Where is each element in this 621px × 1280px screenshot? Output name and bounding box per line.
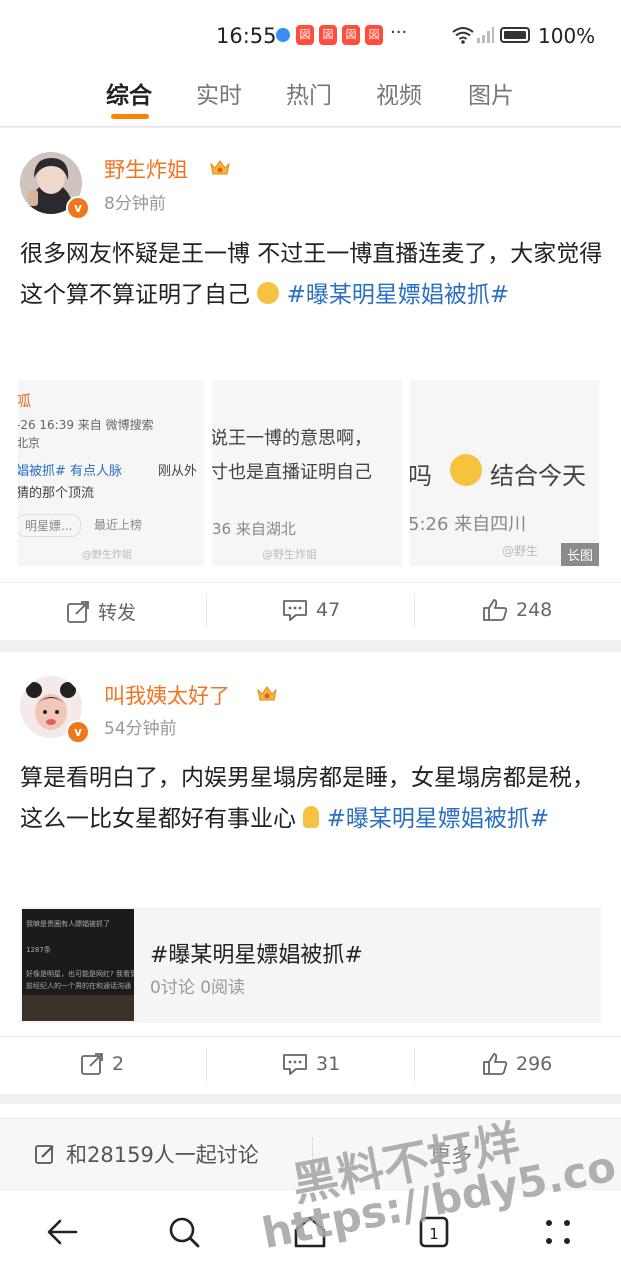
like-count: 296 [516, 1053, 553, 1075]
verified-badge-icon: v [66, 196, 90, 220]
post-image[interactable]: 说王一博的意思啊， 寸也是直播证明自己 36 来自湖北 @野生炸姐 [212, 380, 402, 566]
search-icon[interactable] [166, 1214, 202, 1250]
repost-label: 转发 [98, 602, 137, 624]
signal-icon [477, 27, 494, 43]
thumbs-up-icon [483, 1053, 508, 1075]
like-button[interactable]: 296 [482, 1052, 552, 1076]
comment-button[interactable]: 31 [282, 1052, 340, 1076]
app-notification-icon: 図 [296, 25, 314, 45]
post-image[interactable]: 吗 结合今天 5:26 来自四川 @野生 长图 [410, 380, 599, 566]
post-author[interactable]: 叫我姨太好了 [104, 680, 230, 710]
long-image-badge: 长图 [560, 543, 599, 566]
wifi-icon [452, 27, 474, 44]
battery-icon [500, 27, 530, 43]
doge-emoji-icon [257, 282, 280, 304]
topic-stats: 0讨论 0阅读 [150, 978, 246, 998]
comment-count: 31 [316, 1053, 341, 1075]
svg-text:1: 1 [429, 1225, 439, 1243]
comment-icon [283, 1054, 307, 1075]
post-text: 算是看明白了，内娱男星塌房都是睡，女星塌房都是税，这么一比女星都好有事业心 #曝… [20, 758, 605, 840]
app-notification-icon: 図 [342, 25, 360, 45]
next-post-card-partial [0, 1104, 621, 1118]
tab-all[interactable]: 综合 [106, 76, 152, 110]
divider [0, 1036, 621, 1037]
surprised-emoji-icon [450, 454, 482, 486]
app-notification-icon: 図 [319, 25, 337, 45]
post-card[interactable]: v 野生炸姐 8分钟前 很多网友怀疑是王一博 不过王一博直播连麦了，大家觉得这个… [0, 128, 621, 640]
comment-icon [283, 600, 307, 621]
tab-realtime[interactable]: 实时 [196, 76, 242, 110]
status-time: 16:55 [216, 24, 277, 48]
post-card[interactable]: v 叫我姨太好了 54分钟前 算是看明白了，内娱男星塌房都是睡，女星塌房都是税，… [0, 652, 621, 1094]
app-notification-icon: 図 [365, 25, 383, 45]
back-icon[interactable] [44, 1214, 80, 1250]
search-tabs: 综合 实时 热门 视频 图片 [0, 62, 621, 127]
tab-video[interactable]: 视频 [376, 76, 422, 110]
status-bar: 16:55 図 図 図 図 ··· 100% [0, 0, 621, 62]
battery-level: 100% [538, 24, 596, 48]
share-icon [81, 1053, 103, 1075]
repost-button[interactable]: 转发 [66, 598, 136, 625]
post-text: 很多网友怀疑是王一博 不过王一博直播连麦了，大家觉得这个算不算证明了自己 #曝某… [20, 234, 605, 316]
comment-count: 47 [316, 599, 341, 621]
edit-icon [35, 1145, 54, 1164]
active-tab-indicator [111, 114, 149, 119]
tab-pictures[interactable]: 图片 [468, 76, 514, 110]
tab-hot[interactable]: 热门 [286, 76, 332, 110]
like-button[interactable]: 248 [482, 598, 552, 622]
post-time: 54分钟前 [104, 719, 177, 739]
topic-thumbnail: 我嘛是贵圈有人嫖娼被抓了 1287条 好像是明星，也可能是网红? 我看到以 前经… [22, 909, 134, 1021]
join-discussion-label: 和28159人一起讨论 [66, 1143, 259, 1167]
join-discussion-button[interactable]: 和28159人一起讨论 [34, 1139, 259, 1169]
hashtag-link[interactable]: #曝某明星嫖娼被抓# [287, 282, 510, 308]
menu-dots-icon[interactable] [540, 1214, 576, 1250]
repost-button[interactable]: 2 [80, 1052, 124, 1076]
divider [0, 582, 621, 583]
crown-badge-icon [257, 686, 277, 701]
hashtag-link[interactable]: #曝某明星嫖娼被抓# [327, 806, 550, 832]
topic-card[interactable]: 我嘛是贵圈有人嫖娼被抓了 1287条 好像是明星，也可能是网红? 我看到以 前经… [20, 907, 601, 1023]
post-time: 8分钟前 [104, 194, 166, 214]
thumbs-up-icon [483, 599, 508, 621]
comment-button[interactable]: 47 [282, 598, 340, 622]
location-icon [276, 28, 290, 42]
more-notifications-icon: ··· [390, 22, 408, 43]
topic-title: #曝某明星嫖娼被抓# [150, 943, 363, 968]
lightbulb-emoji-icon [303, 806, 320, 828]
share-icon [67, 600, 89, 623]
like-count: 248 [516, 599, 553, 621]
crown-badge-icon [210, 160, 230, 175]
verified-badge-icon: v [66, 720, 90, 744]
repost-count: 2 [112, 1053, 125, 1075]
post-author[interactable]: 野生炸姐 [104, 154, 188, 184]
post-image[interactable]: 呱 -26 16:39 来自 微博搜索 北京 娼被抓# 有点人脉 刚从外 猜的那… [18, 380, 204, 566]
